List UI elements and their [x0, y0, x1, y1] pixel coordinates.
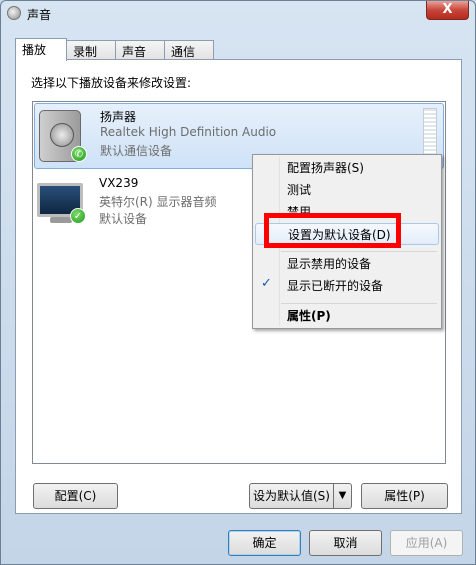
- ok-button[interactable]: 确定: [228, 530, 301, 556]
- device-status: 默认设备: [99, 212, 148, 226]
- window-title: 声音: [27, 8, 52, 22]
- checkmark-badge-icon: ✓: [70, 208, 86, 224]
- instruction-text: 选择以下播放设备来修改设置:: [31, 76, 192, 90]
- menu-item-properties[interactable]: 属性(P): [255, 305, 439, 327]
- properties-button[interactable]: 属性(P): [361, 483, 448, 509]
- device-name: 扬声器: [100, 110, 137, 124]
- configure-button[interactable]: 配置(C): [33, 483, 118, 509]
- set-default-label: 设为默认值(S): [253, 489, 330, 503]
- tab-sounds[interactable]: 声音: [115, 40, 165, 60]
- menu-separator: [281, 303, 437, 304]
- device-status: 默认通信设备: [100, 144, 173, 158]
- tab-playback[interactable]: 播放: [15, 38, 67, 61]
- tab-communications[interactable]: 通信: [164, 40, 214, 60]
- menu-item-test[interactable]: 测试: [255, 179, 439, 201]
- menu-item-show-disconnected[interactable]: 显示已断开的设备: [255, 275, 439, 297]
- highlight-annotation-box: [264, 213, 401, 248]
- close-button[interactable]: X: [426, 1, 469, 20]
- sound-dialog: 声音 X 播放 录制 声音 通信 选择以下播放设备来修改设置: ✆ 扬声器 Re…: [0, 0, 476, 565]
- menu-separator: [281, 251, 437, 252]
- apply-button: 应用(A): [390, 530, 463, 556]
- speaker-icon: [7, 6, 21, 20]
- menu-item-configure-speakers[interactable]: 配置扬声器(S): [255, 157, 439, 179]
- monitor-stand: [50, 217, 72, 223]
- menu-item-show-disabled[interactable]: 显示禁用的设备: [255, 253, 439, 275]
- tab-recording[interactable]: 录制: [66, 40, 116, 60]
- cancel-button[interactable]: 取消: [309, 530, 382, 556]
- device-description: 英特尔(R) 显示器音频: [99, 195, 217, 209]
- device-name: VX239: [99, 176, 139, 190]
- dropdown-arrow-icon[interactable]: ▼: [333, 484, 351, 508]
- phone-badge-icon: ✆: [71, 146, 87, 162]
- title-bar: 声音 X: [1, 1, 475, 27]
- set-default-split-button[interactable]: 设为默认值(S) ▼: [249, 483, 352, 509]
- device-description: Realtek High Definition Audio: [100, 125, 277, 139]
